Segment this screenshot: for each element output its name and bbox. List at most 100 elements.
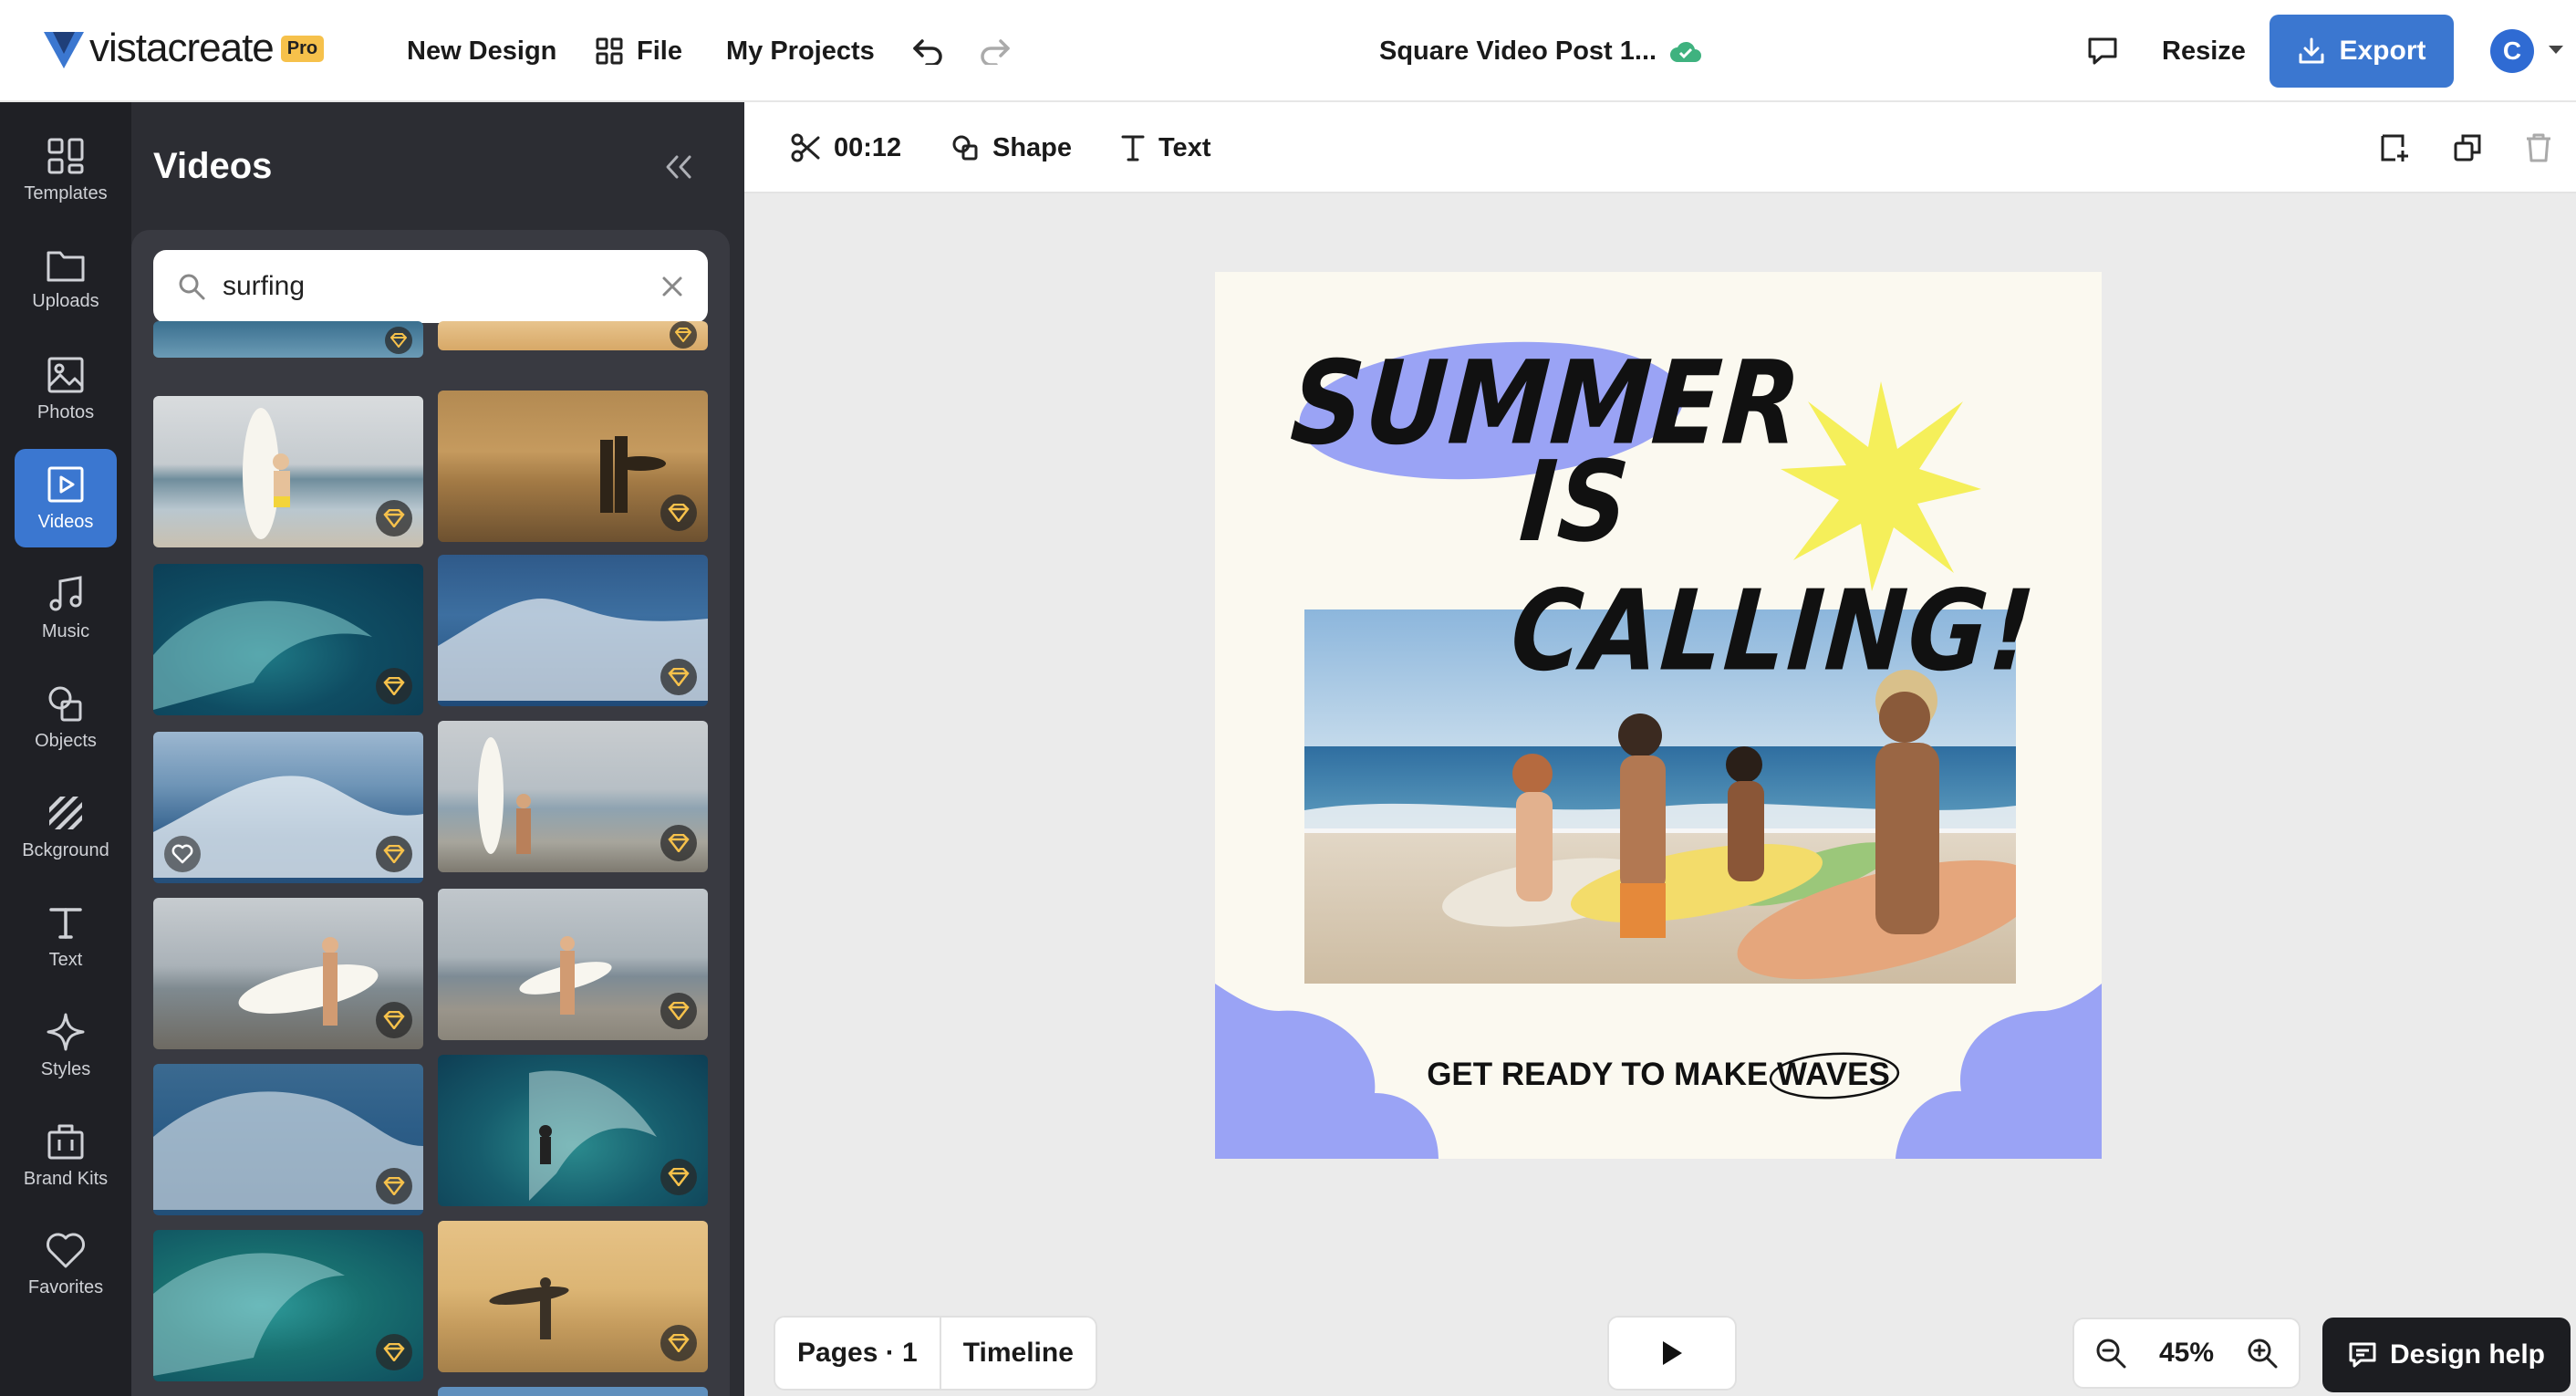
download-icon <box>2299 37 2324 64</box>
user-avatar[interactable]: C <box>2490 29 2534 73</box>
comments-button[interactable] <box>2087 31 2118 71</box>
video-thumbnail[interactable] <box>153 321 423 358</box>
video-thumbnail[interactable] <box>438 391 708 542</box>
background-icon <box>49 796 82 829</box>
video-thumbnail[interactable] <box>153 732 423 883</box>
design-help-label: Design help <box>2389 1339 2546 1370</box>
file-label: File <box>637 36 682 66</box>
undo-button[interactable] <box>912 31 945 71</box>
shape-icon <box>952 135 978 161</box>
resize-button[interactable]: Resize <box>2162 31 2246 71</box>
rail-label: Photos <box>36 401 95 422</box>
clear-search-icon[interactable] <box>660 275 684 298</box>
search-icon <box>179 274 205 300</box>
chevron-down-icon[interactable] <box>2547 44 2565 57</box>
premium-gem-icon <box>660 1159 697 1195</box>
rail-item-text[interactable]: Text <box>15 887 117 985</box>
video-thumbnail[interactable] <box>153 1064 423 1215</box>
rail-item-photos[interactable]: Photos <box>15 339 117 438</box>
premium-gem-icon <box>376 1002 412 1038</box>
premium-gem-icon <box>660 659 697 695</box>
zoom-out-icon[interactable] <box>2094 1337 2127 1370</box>
logo[interactable]: vistacreate Pro <box>42 24 325 73</box>
delete-button[interactable] <box>2525 130 2552 166</box>
video-thumbnail[interactable] <box>153 396 423 547</box>
video-thumbnail[interactable] <box>438 1055 708 1206</box>
premium-gem-icon <box>385 327 412 354</box>
redo-icon <box>981 39 1010 65</box>
scissors-icon <box>791 133 820 162</box>
surfer-figure <box>238 937 379 1026</box>
rail-item-objects[interactable]: Objects <box>15 668 117 766</box>
document-title-text: Square Video Post 1... <box>1379 36 1657 66</box>
rail-item-uploads[interactable]: Uploads <box>15 230 117 328</box>
play-button[interactable] <box>1607 1316 1737 1391</box>
tagline[interactable]: GET READY TO MAKE WAVES <box>1215 1052 2102 1099</box>
timeline-button[interactable]: Timeline <box>941 1318 1096 1389</box>
trim-duration-button[interactable]: 00:12 <box>790 130 901 166</box>
pages-button[interactable]: Pages · 1 <box>775 1318 940 1389</box>
rail-label: Styles <box>40 1058 91 1079</box>
duplicate-icon <box>2454 134 2481 161</box>
video-thumbnail[interactable] <box>438 321 708 350</box>
rail-item-favorites[interactable]: Favorites <box>15 1215 117 1314</box>
video-thumbnail[interactable] <box>153 898 423 1049</box>
play-icon <box>1663 1341 1682 1365</box>
file-menu-button[interactable]: File <box>595 31 682 71</box>
export-button[interactable]: Export <box>2270 15 2454 88</box>
premium-gem-icon <box>376 500 412 537</box>
text-button[interactable]: Text <box>1120 130 1210 166</box>
premium-gem-icon <box>376 1168 412 1204</box>
zoom-level: 45% <box>2158 1338 2215 1368</box>
heart-icon <box>47 1233 85 1267</box>
rail-item-videos[interactable]: Videos <box>15 449 117 547</box>
add-page-button[interactable] <box>2379 130 2410 166</box>
premium-gem-icon <box>660 495 697 531</box>
video-thumbnail[interactable] <box>153 564 423 715</box>
my-projects-button[interactable]: My Projects <box>726 31 875 71</box>
canvas-toolbar: 00:12 Shape Text <box>744 102 2576 193</box>
rail-item-background[interactable]: Bckground <box>15 777 117 876</box>
video-thumbnail[interactable] <box>438 721 708 872</box>
panel-title: Videos <box>153 146 273 186</box>
tagline-prefix: GET READY TO MAKE <box>1427 1057 1777 1092</box>
rail-label: Videos <box>37 511 94 532</box>
search-input[interactable] <box>223 271 644 302</box>
comment-icon <box>2088 37 2117 65</box>
video-thumbnail[interactable] <box>438 1221 708 1372</box>
favorite-icon[interactable] <box>164 836 201 872</box>
surfer-figure <box>478 737 531 854</box>
zoom-control: 45% <box>2072 1318 2301 1389</box>
duration-label: 00:12 <box>834 132 902 162</box>
rail-item-templates[interactable]: Templates <box>15 120 117 219</box>
premium-gem-icon <box>660 993 697 1029</box>
video-thumbnail[interactable] <box>438 889 708 1040</box>
video-thumbnail[interactable] <box>153 1230 423 1381</box>
shape-button[interactable]: Shape <box>950 130 1072 166</box>
design-help-button[interactable]: Design help <box>2322 1318 2571 1392</box>
collapse-panel-icon[interactable] <box>662 153 695 181</box>
zoom-in-icon[interactable] <box>2246 1337 2279 1370</box>
pro-badge: Pro <box>280 35 325 62</box>
video-thumbnail[interactable] <box>438 1387 708 1396</box>
chat-icon <box>2349 1342 2376 1368</box>
duplicate-button[interactable] <box>2452 130 2483 166</box>
redo-button[interactable] <box>978 31 1011 71</box>
rail-item-brand-kits[interactable]: Brand Kits <box>15 1106 117 1204</box>
grid-icon <box>596 37 623 65</box>
design-canvas[interactable]: SUMMER IS CALLING! GET READY TO MAKE WAV… <box>1215 272 2102 1159</box>
rail-label: Bckground <box>22 839 109 860</box>
trash-icon <box>2527 133 2550 162</box>
search-box <box>153 250 708 323</box>
premium-gem-icon <box>660 825 697 861</box>
video-thumbnail[interactable] <box>438 555 708 706</box>
premium-gem-icon <box>376 1334 412 1370</box>
rail-item-styles[interactable]: Styles <box>15 996 117 1095</box>
text-label: Text <box>1158 132 1211 162</box>
rail-label: Music <box>41 620 90 641</box>
new-design-button[interactable]: New Design <box>407 31 556 71</box>
document-title[interactable]: Square Video Post 1... <box>1379 31 1702 71</box>
headline-line-2[interactable]: IS CALLING! <box>1507 438 2102 696</box>
rail-item-music[interactable]: Music <box>15 558 117 657</box>
left-rail: Templates Uploads Photos Videos Music Ob… <box>0 102 131 1396</box>
